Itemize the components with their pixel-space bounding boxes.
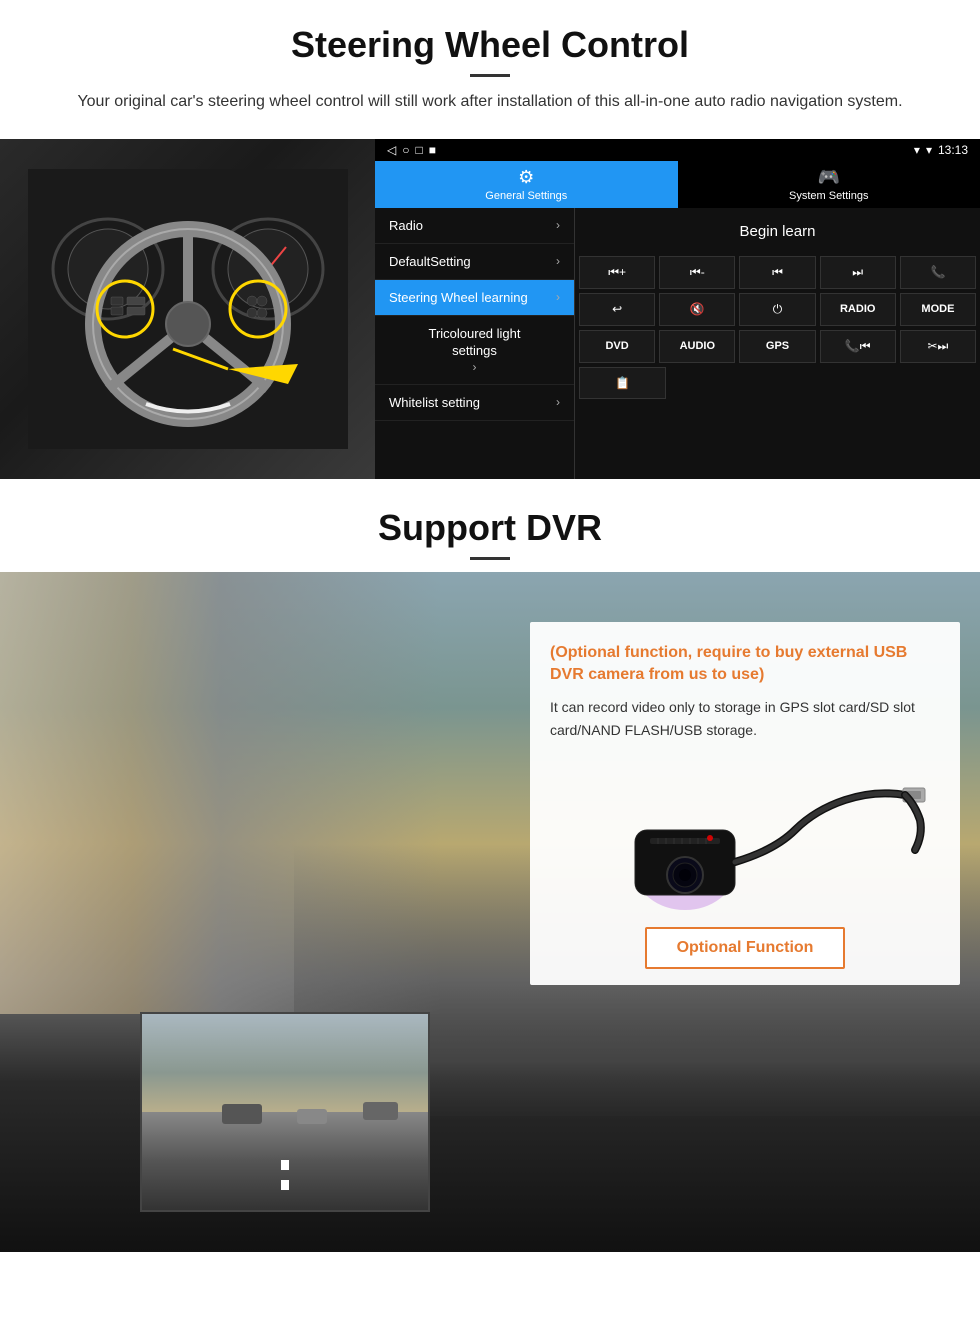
menu-default-label: DefaultSetting: [389, 254, 471, 269]
btn-cut-next[interactable]: ✂⏭: [900, 330, 976, 363]
system-settings-icon: 🎮: [818, 167, 840, 188]
menu-whitelist-label: Whitelist setting: [389, 395, 480, 410]
steering-section: Steering Wheel Control Your original car…: [0, 0, 980, 479]
control-row-2: ↩ 🔇 ⏻ RADIO MODE: [579, 293, 976, 326]
steering-wheel-svg: [28, 169, 348, 449]
steering-header: Steering Wheel Control Your original car…: [0, 0, 980, 123]
menu-radio-label: Radio: [389, 218, 423, 233]
btn-mode[interactable]: MODE: [900, 293, 976, 326]
steering-description: Your original car's steering wheel contr…: [60, 89, 920, 115]
menu-whitelist-chevron: ›: [556, 395, 560, 409]
control-row-4: 📋: [579, 367, 976, 399]
nav-recent-icon: □: [415, 143, 422, 157]
menu-steering-label: Steering Wheel learning: [389, 290, 528, 305]
dvr-product-image: [550, 755, 940, 915]
menu-tricoloured-chevron: ›: [473, 360, 477, 374]
menu-steering-chevron: ›: [556, 290, 560, 304]
btn-audio[interactable]: AUDIO: [659, 330, 735, 363]
btn-prev-track[interactable]: ⏮: [739, 256, 815, 289]
menu-default-chevron: ›: [556, 254, 560, 268]
steering-title: Steering Wheel Control: [40, 24, 940, 66]
dashcam-road-line: [281, 1160, 289, 1199]
steering-wheel-image: [0, 139, 375, 479]
android-status-bar: ◁ ○ □ ■ ▾ ▾ 13:13: [375, 139, 980, 161]
dvr-background: (Optional function, require to buy exter…: [0, 572, 980, 1252]
dvr-camera-svg: [555, 760, 935, 910]
dvr-optional-title: (Optional function, require to buy exter…: [550, 642, 940, 687]
dvr-section: Support DVR (Optional function, require …: [0, 479, 980, 1252]
btn-dvd[interactable]: DVD: [579, 330, 655, 363]
menu-tricoloured-label2: settings: [452, 343, 497, 358]
menu-item-tricoloured[interactable]: Tricoloured light settings ›: [375, 316, 574, 385]
nav-home-icon: ○: [402, 143, 409, 157]
btn-phone[interactable]: 📞: [900, 256, 976, 289]
btn-radio[interactable]: RADIO: [820, 293, 896, 326]
menu-tricoloured-label: Tricoloured light: [428, 326, 520, 341]
btn-power[interactable]: ⏻: [739, 293, 815, 326]
dvr-title: Support DVR: [40, 507, 940, 549]
dashcam-car-2: [297, 1109, 327, 1124]
general-settings-label: General Settings: [485, 190, 567, 202]
control-row-1: ⏮+ ⏮- ⏮ ⏭ 📞: [579, 256, 976, 289]
menu-item-radio[interactable]: Radio ›: [375, 208, 574, 244]
btn-next-track[interactable]: ⏭: [820, 256, 896, 289]
optional-function-button[interactable]: Optional Function: [645, 927, 846, 969]
android-content: Radio › DefaultSetting › Steering Wheel …: [375, 208, 980, 479]
tab-system-settings[interactable]: 🎮 System Settings: [678, 161, 980, 208]
btn-back[interactable]: ↩: [579, 293, 655, 326]
steering-wheel-inner: [0, 139, 375, 479]
nav-back-icon: ◁: [387, 143, 396, 157]
btn-vol-plus[interactable]: ⏮+: [579, 256, 655, 289]
section-divider-2: [470, 557, 510, 560]
status-wifi-icon: ▾: [926, 143, 932, 157]
menu-item-steering-wheel[interactable]: Steering Wheel learning ›: [375, 280, 574, 316]
dashcam-preview-image: [140, 1012, 430, 1212]
dvr-header: Support DVR: [0, 479, 980, 560]
menu-radio-chevron: ›: [556, 218, 560, 232]
menu-item-whitelist[interactable]: Whitelist setting ›: [375, 385, 574, 421]
btn-gps[interactable]: GPS: [739, 330, 815, 363]
begin-learn-button[interactable]: Begin learn: [720, 217, 836, 246]
android-buttons-panel: Begin learn ⏮+ ⏮- ⏮ ⏭ 📞 ↩ 🔇 ⏻: [575, 208, 980, 479]
android-ui-panel: ◁ ○ □ ■ ▾ ▾ 13:13 ⚙ General Settings 🎮 S…: [375, 139, 980, 479]
nav-menu-icon: ■: [429, 143, 436, 157]
system-settings-label: System Settings: [789, 190, 868, 202]
android-tabs: ⚙ General Settings 🎮 System Settings: [375, 161, 980, 208]
section-divider-1: [470, 74, 510, 77]
dvr-description: It can record video only to storage in G…: [550, 696, 940, 741]
dashcam-car-3: [363, 1102, 398, 1120]
btn-phone-prev[interactable]: 📞⏮: [820, 330, 896, 363]
android-menu: Radio › DefaultSetting › Steering Wheel …: [375, 208, 575, 479]
control-row-3: DVD AUDIO GPS 📞⏮ ✂⏭: [579, 330, 976, 363]
menu-item-default-setting[interactable]: DefaultSetting ›: [375, 244, 574, 280]
dvr-info-box: (Optional function, require to buy exter…: [530, 622, 960, 986]
btn-clipboard[interactable]: 📋: [579, 367, 666, 399]
steering-container: ◁ ○ □ ■ ▾ ▾ 13:13 ⚙ General Settings 🎮 S…: [0, 139, 980, 479]
tab-general-settings[interactable]: ⚙ General Settings: [375, 161, 678, 208]
status-time: 13:13: [938, 143, 968, 157]
general-settings-icon: ⚙: [518, 167, 534, 188]
dashcam-road: [142, 1112, 428, 1210]
btn-vol-minus[interactable]: ⏮-: [659, 256, 735, 289]
dashcam-car-1: [222, 1104, 262, 1124]
status-signal-icon: ▾: [914, 143, 920, 157]
begin-learn-area: Begin learn: [579, 212, 976, 252]
btn-mute[interactable]: 🔇: [659, 293, 735, 326]
